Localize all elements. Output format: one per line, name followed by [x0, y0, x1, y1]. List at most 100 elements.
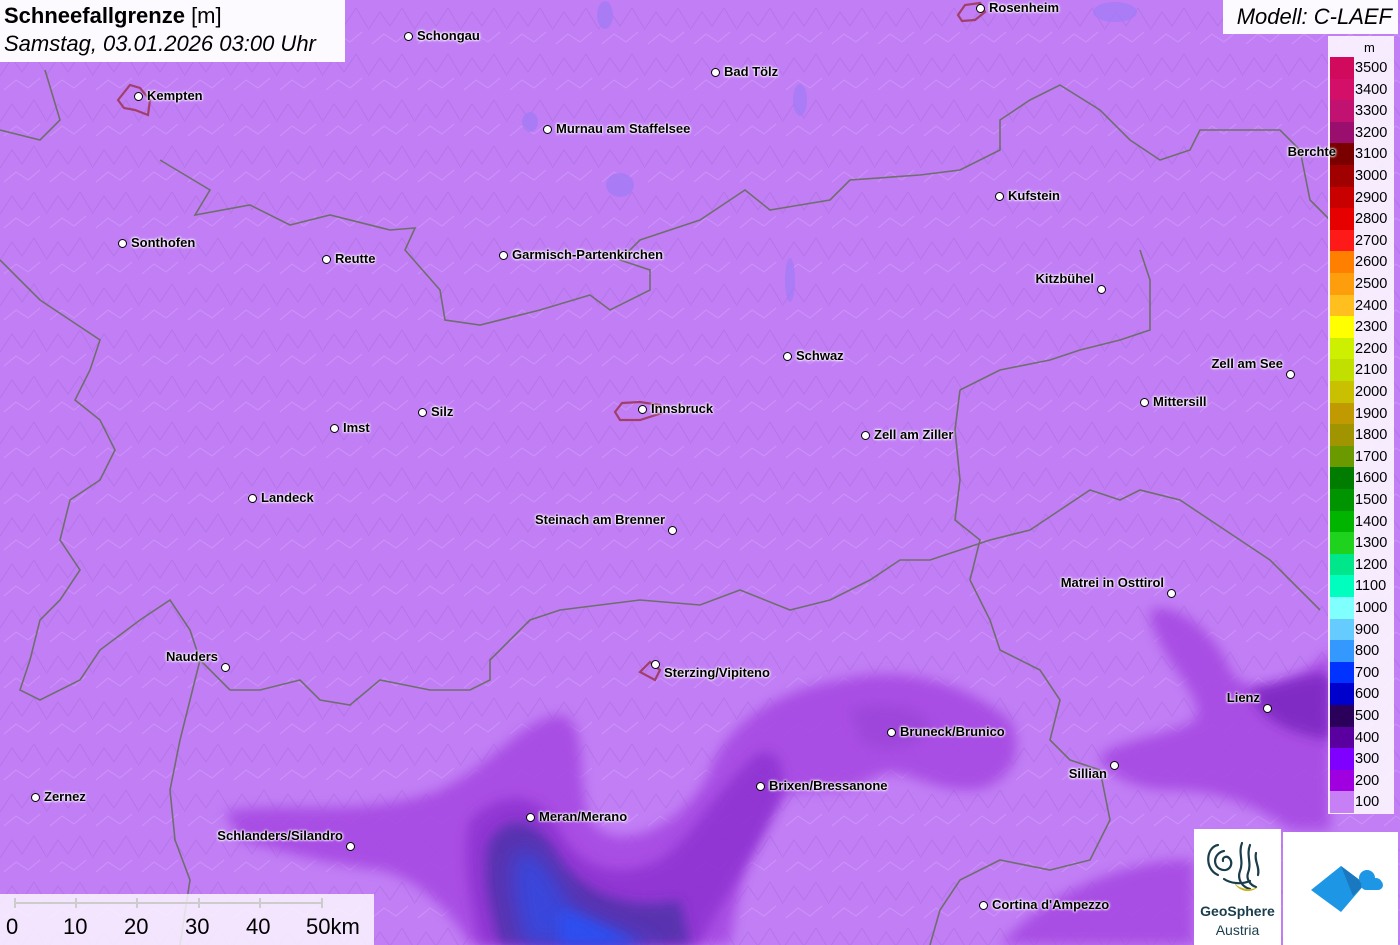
city-label[interactable]: Schwaz	[796, 348, 844, 363]
city-marker[interactable]	[1097, 285, 1106, 294]
legend-item: 2800	[1328, 208, 1394, 230]
city-marker[interactable]	[330, 424, 339, 433]
legend-label: 3200	[1355, 124, 1388, 141]
legend-swatch	[1330, 424, 1354, 446]
legend-label: 3400	[1355, 81, 1388, 98]
city-marker[interactable]	[418, 408, 427, 417]
city-label[interactable]: Berchte	[1288, 144, 1336, 159]
city-marker[interactable]	[221, 663, 230, 672]
city-label[interactable]: Sonthofen	[131, 235, 195, 250]
city-marker[interactable]	[651, 660, 660, 669]
city-marker[interactable]	[118, 239, 127, 248]
city-marker[interactable]	[711, 68, 720, 77]
city-label[interactable]: Mittersill	[1153, 394, 1206, 409]
city-marker[interactable]	[322, 255, 331, 264]
city-label[interactable]: Cortina d'Ampezzo	[992, 897, 1109, 912]
city-marker[interactable]	[543, 125, 552, 134]
scale-label: 10	[63, 914, 88, 939]
city-marker[interactable]	[248, 494, 257, 503]
city-marker[interactable]	[1286, 370, 1295, 379]
city-label[interactable]: Zernez	[44, 789, 86, 804]
city-label[interactable]: Matrei in Osttirol	[1061, 575, 1164, 590]
legend-item: 400	[1328, 726, 1394, 749]
city-label[interactable]: Schlanders/Silandro	[217, 828, 343, 843]
city-label[interactable]: Reutte	[335, 251, 375, 266]
legend-label: 3100	[1355, 146, 1388, 163]
city-label[interactable]: Sterzing/Vipiteno	[664, 665, 770, 680]
city-marker[interactable]	[638, 405, 647, 414]
legend-label: 1700	[1355, 448, 1388, 465]
city-label[interactable]: Murnau am Staffelsee	[556, 121, 690, 136]
legend-swatch	[1330, 467, 1354, 489]
city-label[interactable]: Steinach am Brenner	[535, 512, 665, 527]
city-label[interactable]: Zell am Ziller	[874, 427, 953, 442]
city-marker[interactable]	[31, 793, 40, 802]
city-marker[interactable]	[1263, 704, 1272, 713]
city-label[interactable]: Nauders	[166, 649, 218, 664]
scale-label: 30	[185, 914, 210, 939]
legend-swatch	[1330, 229, 1354, 252]
city-label[interactable]: Meran/Merano	[539, 809, 627, 824]
city-marker[interactable]	[861, 431, 870, 440]
city-label[interactable]: Sillian	[1069, 766, 1107, 781]
legend-label: 1100	[1355, 578, 1387, 595]
model-panel: Modell: C-LAEF	[1223, 0, 1398, 34]
city-marker[interactable]	[346, 842, 355, 851]
city-label[interactable]: Kufstein	[1008, 188, 1060, 203]
city-marker[interactable]	[887, 728, 896, 737]
city-label[interactable]: Rosenheim	[989, 0, 1059, 15]
city-marker[interactable]	[668, 526, 677, 535]
city-label[interactable]: Brixen/Bressanone	[769, 778, 888, 793]
legend-swatch	[1330, 445, 1354, 468]
city-label[interactable]: Zell am See	[1211, 356, 1283, 371]
city-marker[interactable]	[404, 32, 413, 41]
city-marker[interactable]	[1140, 398, 1149, 407]
title-panel: Schneefallgrenze [m] Samstag, 03.01.2026…	[0, 0, 345, 62]
legend-item: 2100	[1328, 359, 1394, 381]
legend-swatch	[1330, 100, 1354, 122]
legend-item: 800	[1328, 640, 1394, 662]
app-logo[interactable]	[1283, 832, 1398, 945]
legend-swatch	[1330, 294, 1354, 317]
legend-swatch	[1330, 165, 1354, 187]
legend-swatch	[1330, 575, 1354, 597]
legend-item: 2500	[1328, 273, 1394, 295]
city-marker[interactable]	[526, 813, 535, 822]
city-marker[interactable]	[979, 901, 988, 910]
geosphere-logo[interactable]: GeoSphere Austria	[1194, 829, 1281, 945]
city-label[interactable]: Silz	[431, 404, 453, 419]
city-label[interactable]: Imst	[343, 420, 370, 435]
legend-item: 1000	[1328, 597, 1394, 619]
city-marker[interactable]	[995, 192, 1004, 201]
legend-swatch	[1330, 402, 1354, 425]
city-label[interactable]: Innsbruck	[651, 401, 713, 416]
city-marker[interactable]	[1167, 589, 1176, 598]
legend-swatch	[1330, 186, 1354, 209]
city-label[interactable]: Landeck	[261, 490, 314, 505]
city-marker[interactable]	[499, 251, 508, 260]
forecast-datetime: Samstag, 03.01.2026 03:00 Uhr	[4, 31, 316, 56]
city-marker[interactable]	[134, 92, 143, 101]
city-label[interactable]: Kempten	[147, 88, 203, 103]
city-marker[interactable]	[976, 4, 985, 13]
legend-item: 3100	[1328, 143, 1394, 165]
city-label[interactable]: Schongau	[417, 28, 480, 43]
city-label[interactable]: Bad Tölz	[724, 64, 778, 79]
city-marker[interactable]	[1110, 761, 1119, 770]
city-marker[interactable]	[756, 782, 765, 791]
legend-label: 100	[1355, 794, 1380, 811]
city-label[interactable]: Kitzbühel	[1036, 271, 1095, 286]
legend-swatch	[1330, 640, 1354, 662]
legend-label: 1900	[1355, 405, 1388, 422]
legend-swatch	[1330, 208, 1354, 230]
legend-swatch	[1330, 791, 1354, 813]
city-label[interactable]: Bruneck/Brunico	[900, 724, 1005, 739]
scale-bar: 0 10 20 30 40 50km	[0, 894, 374, 945]
legend-label: 2000	[1355, 384, 1388, 400]
city-label[interactable]: Lienz	[1227, 690, 1260, 705]
city-marker[interactable]	[783, 352, 792, 361]
city-label[interactable]: Garmisch-Partenkirchen	[512, 247, 663, 262]
color-legend: m 3500 3400 3300 3200 3100 3000 2900 2800 2700 26…	[1328, 36, 1394, 814]
snowfall-line-map[interactable]	[0, 0, 1400, 945]
legend-swatch	[1330, 661, 1354, 684]
